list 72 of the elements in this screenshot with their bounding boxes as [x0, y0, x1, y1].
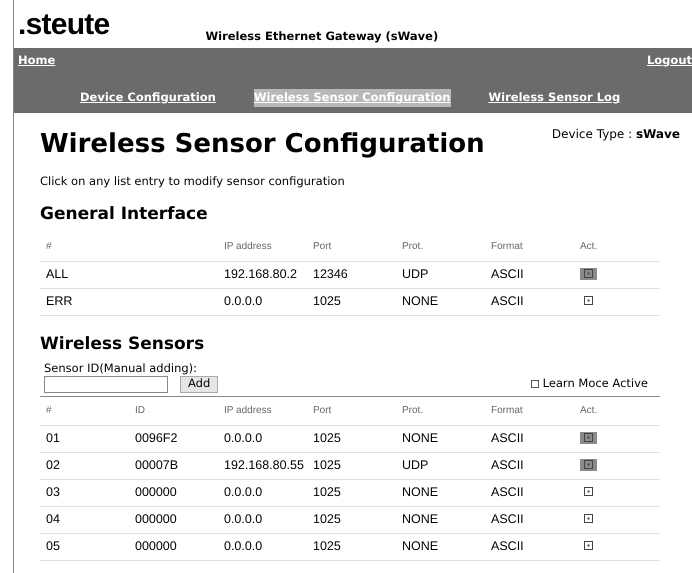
table-cell[interactable]: 03 — [46, 485, 60, 500]
column-header: IP address — [224, 241, 272, 252]
home-link[interactable]: Home — [14, 48, 56, 70]
table-cell[interactable]: 000000 — [135, 485, 177, 500]
column-header: IP address — [224, 405, 272, 416]
toggle-icon[interactable] — [580, 268, 597, 280]
table-cell[interactable]: 0096F2 — [135, 431, 178, 446]
table-cell[interactable]: 1025 — [313, 485, 341, 500]
table-cell[interactable]: 0.0.0.0 — [224, 294, 262, 308]
table-cell[interactable]: ASCII — [491, 294, 524, 308]
checkbox[interactable] — [530, 380, 539, 388]
section-title: Wireless Sensors — [40, 332, 206, 356]
table-cell[interactable]: UDP — [402, 267, 428, 282]
table-cell[interactable]: 1025 — [313, 539, 341, 554]
table-cell[interactable]: ASCII — [491, 485, 524, 500]
column-header: # — [46, 405, 52, 416]
table-cell[interactable]: NONE — [402, 431, 438, 446]
table-cell[interactable]: 0.0.0.0 — [224, 512, 262, 526]
section-title: General Interface — [40, 203, 209, 226]
table-cell[interactable]: 05 — [46, 539, 60, 554]
logo: .steute — [18, 10, 110, 40]
column-header: # — [46, 241, 52, 252]
column-header: Format — [491, 241, 523, 252]
hint-text: Click on any list entry to modify sensor configuration — [40, 173, 346, 190]
checkbox-label: Learn Moce Active — [542, 375, 648, 392]
column-header: Port — [313, 241, 332, 252]
table-cell[interactable]: NONE — [402, 539, 438, 554]
field-label: Sensor ID(Manual adding): — [44, 361, 198, 376]
table-cell[interactable]: ASCII — [491, 431, 524, 446]
table-cell[interactable]: NONE — [402, 485, 438, 500]
table-cell[interactable]: 192.168.80.55 — [224, 458, 304, 472]
table-cell[interactable]: 00007B — [135, 458, 178, 472]
table-cell[interactable]: 000000 — [135, 512, 177, 526]
column-header: Act. — [580, 405, 598, 416]
device-type-text: Device Type : sWave — [552, 126, 680, 143]
table-cell[interactable]: 12346 — [313, 267, 348, 282]
table-cell[interactable]: 192.168.80.2 — [224, 267, 297, 282]
table-cell[interactable]: 1025 — [313, 294, 341, 308]
table-cell[interactable]: 01 — [46, 431, 60, 446]
table-cell[interactable]: 0.0.0.0 — [224, 485, 262, 500]
column-header: Act. — [580, 241, 598, 252]
table-cell[interactable]: ASCII — [491, 539, 524, 554]
nav-tab[interactable]: Wireless Sensor Log — [488, 89, 620, 106]
column-header: Prot. — [402, 405, 424, 416]
table-cell[interactable]: 0.0.0.0 — [224, 539, 262, 554]
table-cell[interactable]: NONE — [402, 512, 438, 526]
table-cell[interactable]: ASCII — [491, 267, 524, 282]
sensor-id-field[interactable] — [44, 376, 168, 393]
table-cell[interactable]: 02 — [46, 458, 60, 472]
logout-link[interactable]: Logout — [646, 48, 692, 70]
table-cell[interactable]: 0.0.0.0 — [224, 431, 262, 446]
table-cell[interactable]: ASCII — [491, 512, 524, 526]
toggle-icon[interactable] — [580, 432, 597, 444]
table-cell[interactable]: 1025 — [313, 458, 341, 472]
column-header: Prot. — [402, 241, 424, 252]
page-title: Wireless Sensor Configuration — [40, 128, 485, 161]
column-header: ID — [135, 405, 145, 416]
table-cell[interactable]: 1025 — [313, 512, 341, 526]
table-cell[interactable]: UDP — [402, 458, 428, 472]
table-cell[interactable]: ERR — [46, 294, 72, 308]
table-cell[interactable]: 1025 — [313, 431, 341, 446]
column-header: Port — [313, 405, 332, 416]
toggle-icon[interactable] — [580, 458, 597, 471]
page-header-title: Wireless Ethernet Gateway (sWave) — [205, 28, 438, 45]
table-cell[interactable]: 000000 — [135, 539, 177, 554]
column-header: Format — [491, 405, 523, 416]
table-cell[interactable]: ASCII — [491, 458, 524, 472]
nav-tab[interactable]: Device Configuration — [80, 89, 216, 106]
table-cell[interactable]: 04 — [46, 512, 60, 526]
add-button[interactable]: Add — [180, 376, 218, 393]
table-cell[interactable]: ALL — [46, 267, 68, 282]
table-cell[interactable]: NONE — [402, 294, 438, 308]
